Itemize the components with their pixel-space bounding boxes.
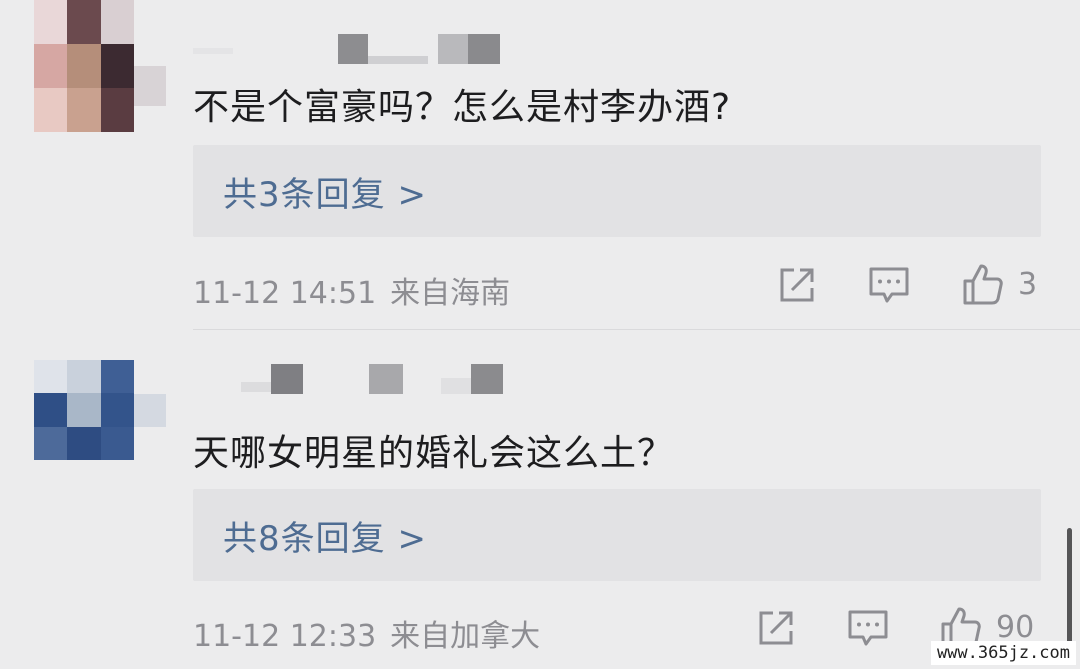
avatar-pixel — [100, 393, 134, 427]
watermark: www.365jz.com — [930, 641, 1076, 665]
like-count: 90 — [996, 609, 1035, 645]
avatar-pixel — [67, 88, 101, 132]
redaction-block — [441, 378, 471, 394]
share-icon — [759, 611, 793, 645]
comment-button[interactable] — [847, 609, 889, 649]
avatar-pixel — [34, 360, 68, 394]
comment-text: 不是个富豪吗？怎么是村李办酒? — [193, 87, 732, 128]
avatar-pixel — [100, 0, 134, 44]
location: 来自加拿大 — [390, 619, 541, 654]
avatar-pixel — [34, 426, 68, 460]
view-replies-link[interactable]: 共3条回复 > — [223, 167, 427, 216]
avatar-pixel — [34, 0, 68, 44]
scrollbar[interactable] — [1067, 528, 1072, 648]
share-button[interactable] — [778, 266, 816, 304]
like-button[interactable]: 3 — [962, 262, 1037, 306]
avatar-pixel — [67, 426, 101, 460]
avatar-pixel — [100, 360, 134, 394]
redaction-block — [438, 34, 468, 64]
avatar-pixel — [67, 44, 101, 88]
avatar-pixel — [34, 393, 68, 427]
redaction-block — [468, 34, 500, 64]
thumbs-up-icon — [963, 264, 1003, 305]
redaction-block — [338, 34, 368, 64]
username-redacted[interactable] — [193, 34, 513, 64]
like-count: 3 — [1018, 266, 1038, 302]
share-button[interactable] — [757, 609, 795, 647]
avatar[interactable] — [34, 0, 134, 132]
comment-button[interactable] — [868, 266, 910, 306]
redaction-block — [369, 364, 403, 394]
avatar[interactable] — [34, 360, 134, 460]
comment-item: 不是个富豪吗？怎么是村李办酒? 共3条回复 > 11-12 14:51 来自海南 — [0, 0, 1080, 330]
avatar-pixel — [67, 0, 101, 44]
avatar-pixel — [34, 88, 68, 132]
avatar-pixel — [100, 88, 134, 132]
comment-text: 天哪女明星的婚礼会这么土？ — [193, 433, 675, 474]
timestamp: 11-12 12:33 — [193, 619, 377, 654]
reply-box[interactable]: 共8条回复 > — [193, 489, 1041, 581]
location: 来自海南 — [390, 276, 511, 311]
avatar-pixel — [100, 44, 134, 88]
comment-item: 天哪女明星的婚礼会这么土？ 共8条回复 > 11-12 12:33 来自加拿大 — [0, 330, 1080, 669]
comment-meta: 11-12 14:51 来自海南 — [193, 268, 524, 312]
username-redacted[interactable] — [193, 364, 513, 394]
redaction-block — [368, 56, 428, 64]
timestamp: 11-12 14:51 — [193, 276, 377, 311]
avatar-pixel — [67, 360, 101, 394]
share-icon — [780, 268, 814, 302]
avatar-pixel — [34, 44, 68, 88]
comment-page: 不是个富豪吗？怎么是村李办酒? 共3条回复 > 11-12 14:51 来自海南 — [0, 0, 1080, 669]
avatar-pixel — [100, 426, 134, 460]
redaction-block — [193, 48, 233, 54]
comment-icon — [848, 610, 888, 646]
comment-meta: 11-12 12:33 来自加拿大 — [193, 611, 554, 655]
view-replies-link[interactable]: 共8条回复 > — [223, 511, 427, 560]
reply-box[interactable]: 共3条回复 > — [193, 145, 1041, 237]
redaction-block — [241, 382, 271, 392]
comment-icon — [869, 267, 909, 303]
avatar-pixel — [67, 393, 101, 427]
redaction-block — [271, 364, 303, 394]
avatar-blur-edge — [134, 66, 166, 106]
avatar-blur-edge — [134, 394, 166, 427]
redaction-block — [471, 364, 503, 394]
